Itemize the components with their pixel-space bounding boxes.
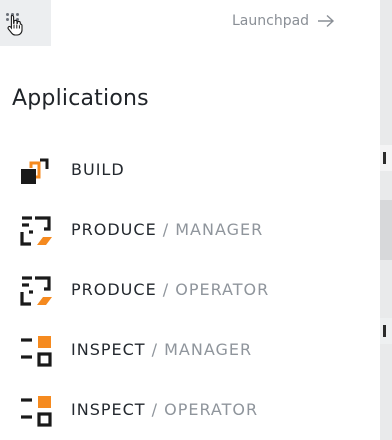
app-label: PRODUCE / MANAGER bbox=[71, 220, 263, 239]
app-label: PRODUCE / OPERATOR bbox=[71, 280, 269, 299]
app-item-inspect-operator[interactable]: INSPECT / OPERATOR bbox=[0, 380, 380, 440]
app-role: OPERATOR bbox=[175, 280, 270, 299]
app-name: PRODUCE bbox=[71, 280, 157, 299]
app-item-build[interactable]: BUILD bbox=[0, 140, 380, 200]
launchpad-label: Launchpad bbox=[232, 13, 310, 29]
app-label: INSPECT / MANAGER bbox=[71, 340, 252, 359]
panel-header: Launchpad bbox=[0, 0, 380, 46]
produce-icon bbox=[20, 276, 52, 306]
app-role: MANAGER bbox=[164, 340, 253, 359]
app-separator: / bbox=[156, 280, 176, 299]
background-fragment bbox=[380, 145, 392, 171]
app-separator: / bbox=[156, 220, 176, 239]
app-item-produce-manager[interactable]: PRODUCE / MANAGER bbox=[0, 200, 380, 260]
app-item-produce-operator[interactable]: PRODUCE / OPERATOR bbox=[0, 260, 380, 320]
hand-cursor-icon bbox=[7, 14, 23, 36]
background-fragment bbox=[380, 318, 392, 344]
app-label: BUILD bbox=[71, 160, 125, 179]
app-separator: / bbox=[145, 340, 165, 359]
background-page bbox=[380, 0, 392, 440]
produce-icon bbox=[20, 216, 52, 246]
app-role: OPERATOR bbox=[164, 400, 259, 419]
app-separator: / bbox=[145, 400, 165, 419]
panel-title: Applications bbox=[12, 86, 149, 111]
launchpad-link[interactable]: Launchpad bbox=[232, 10, 335, 32]
inspect-icon bbox=[21, 396, 52, 427]
app-label: INSPECT / OPERATOR bbox=[71, 400, 258, 419]
app-item-inspect-manager[interactable]: INSPECT / MANAGER bbox=[0, 320, 380, 380]
app-name: INSPECT bbox=[71, 340, 146, 359]
build-icon bbox=[21, 158, 49, 184]
app-name: BUILD bbox=[71, 160, 125, 179]
arrow-right-icon bbox=[318, 14, 335, 28]
applications-list: BUILD PRODUCE / MANAGER PRODUCE / OPERAT… bbox=[0, 140, 380, 440]
apps-menu-button[interactable] bbox=[0, 0, 51, 46]
app-role: MANAGER bbox=[175, 220, 264, 239]
app-name: PRODUCE bbox=[71, 220, 157, 239]
background-band bbox=[380, 200, 392, 260]
applications-panel: Launchpad Applications BUILD PRODUCE / M… bbox=[0, 0, 380, 440]
inspect-icon bbox=[21, 336, 52, 367]
app-name: INSPECT bbox=[71, 400, 146, 419]
